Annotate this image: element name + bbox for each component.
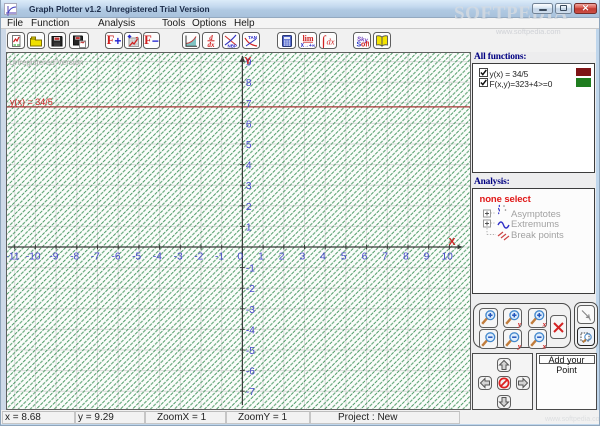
svg-text:NBP: NBP: [227, 43, 237, 48]
svg-text:y: y: [517, 341, 522, 350]
svg-text:-1: -1: [246, 264, 255, 275]
svg-text:-10: -10: [26, 252, 41, 263]
svg-text:10: 10: [442, 252, 454, 263]
svg-text:9: 9: [424, 252, 430, 263]
svg-text:-1: -1: [215, 252, 224, 263]
svg-text:-5: -5: [132, 252, 141, 263]
svg-text:-8: -8: [70, 252, 79, 263]
svg-text:-6: -6: [246, 367, 255, 378]
svg-text:-11: -11: [7, 252, 20, 263]
svg-text:1: 1: [258, 252, 264, 263]
svg-text:4: 4: [246, 161, 252, 172]
svg-text:0: 0: [237, 252, 243, 263]
svg-text:Unregistered Version: Unregistered Version: [9, 58, 84, 67]
svg-text:-5: -5: [246, 346, 255, 357]
svg-text:dx: dx: [327, 36, 335, 46]
svg-text:Y: Y: [244, 55, 251, 67]
svg-text:dx: dx: [208, 41, 216, 48]
svg-text:y: y: [517, 319, 522, 328]
svg-text:Extremums: Extremums: [511, 219, 559, 230]
svg-text:x: x: [541, 341, 546, 350]
svg-text:6: 6: [246, 119, 252, 130]
svg-text:-3: -3: [174, 252, 183, 263]
svg-text:4: 4: [320, 252, 326, 263]
svg-text:-9: -9: [49, 252, 58, 263]
svg-text:y(x) = 34/5: y(x) = 34/5: [10, 97, 53, 107]
svg-text:-7: -7: [91, 252, 100, 263]
svg-text:3: 3: [299, 252, 305, 263]
svg-text:X: X: [449, 236, 456, 248]
svg-text:8: 8: [403, 252, 409, 263]
svg-text:8: 8: [246, 78, 252, 89]
svg-text:2: 2: [279, 252, 285, 263]
svg-text:5: 5: [246, 140, 252, 151]
svg-text:oft: oft: [361, 41, 369, 48]
svg-text:2: 2: [246, 202, 252, 213]
svg-text:1: 1: [246, 222, 252, 233]
svg-text:-3: -3: [246, 305, 255, 316]
svg-text:x: x: [541, 319, 546, 328]
svg-text:-4: -4: [246, 325, 255, 336]
svg-text:-7: -7: [246, 387, 255, 398]
svg-text:-6: -6: [111, 252, 120, 263]
svg-text:3: 3: [246, 181, 252, 192]
svg-text:7: 7: [382, 252, 388, 263]
svg-text:-4: -4: [153, 252, 162, 263]
svg-text:7: 7: [246, 99, 252, 110]
svg-text:-2: -2: [194, 252, 203, 263]
svg-text:Break points: Break points: [511, 230, 564, 241]
svg-text:-2: -2: [246, 284, 255, 295]
svg-text:6: 6: [362, 252, 368, 263]
svg-text:5: 5: [341, 252, 347, 263]
svg-text:X→+∞: X→+∞: [301, 43, 315, 48]
svg-text:lim: lim: [302, 34, 313, 43]
